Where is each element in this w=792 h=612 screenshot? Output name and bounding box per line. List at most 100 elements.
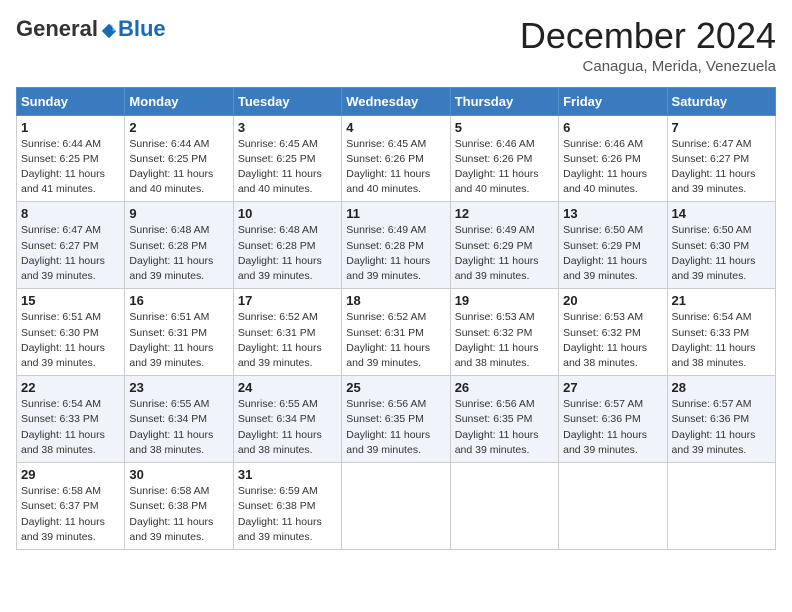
day-info: Sunrise: 6:51 AM Sunset: 6:30 PM Dayligh… (21, 310, 120, 371)
calendar-cell: 10 Sunrise: 6:48 AM Sunset: 6:28 PM Dayli… (233, 202, 341, 289)
calendar-cell: 1Sunrise: 6:44 AM Sunset: 6:25 PM Daylig… (17, 115, 125, 202)
day-info: Sunrise: 6:52 AM Sunset: 6:31 PM Dayligh… (238, 310, 337, 371)
day-number: 14 (672, 206, 771, 221)
day-number: 12 (455, 206, 554, 221)
calendar-cell: 7 Sunrise: 6:47 AM Sunset: 6:27 PM Daylig… (667, 115, 775, 202)
calendar-cell (667, 463, 775, 550)
day-number: 13 (563, 206, 662, 221)
calendar-cell: 21Sunrise: 6:54 AM Sunset: 6:33 PM Dayli… (667, 289, 775, 376)
day-number: 27 (563, 380, 662, 395)
day-number: 7 (672, 120, 771, 135)
day-number: 16 (129, 293, 228, 308)
day-info: Sunrise: 6:52 AM Sunset: 6:31 PM Dayligh… (346, 310, 445, 371)
calendar-week-row: 22 Sunrise: 6:54 AM Sunset: 6:33 PM Dayli… (17, 376, 776, 463)
day-number: 25 (346, 380, 445, 395)
calendar-cell: 30 Sunrise: 6:58 AM Sunset: 6:38 PM Dayli… (125, 463, 233, 550)
day-info: Sunrise: 6:46 AM Sunset: 6:26 PM Dayligh… (563, 137, 662, 198)
day-number: 2 (129, 120, 228, 135)
calendar-cell: 12 Sunrise: 6:49 AM Sunset: 6:29 PM Dayli… (450, 202, 558, 289)
page-header: General Blue December 2024 Canagua, Meri… (16, 16, 776, 75)
day-info: Sunrise: 6:50 AM Sunset: 6:30 PM Dayligh… (672, 223, 771, 284)
day-number: 5 (455, 120, 554, 135)
day-info: Sunrise: 6:47 AM Sunset: 6:27 PM Dayligh… (672, 137, 771, 198)
calendar-cell: 17 Sunrise: 6:52 AM Sunset: 6:31 PM Dayli… (233, 289, 341, 376)
day-number: 26 (455, 380, 554, 395)
day-number: 17 (238, 293, 337, 308)
calendar-cell: 2 Sunrise: 6:44 AM Sunset: 6:25 PM Daylig… (125, 115, 233, 202)
day-number: 30 (129, 467, 228, 482)
day-number: 28 (672, 380, 771, 395)
day-info: Sunrise: 6:48 AM Sunset: 6:28 PM Dayligh… (238, 223, 337, 284)
day-number: 4 (346, 120, 445, 135)
day-number: 6 (563, 120, 662, 135)
calendar-cell (342, 463, 450, 550)
day-info: Sunrise: 6:57 AM Sunset: 6:36 PM Dayligh… (563, 397, 662, 458)
logo: General Blue (16, 16, 166, 42)
day-info: Sunrise: 6:49 AM Sunset: 6:29 PM Dayligh… (455, 223, 554, 284)
calendar-cell: 29 Sunrise: 6:58 AM Sunset: 6:37 PM Dayli… (17, 463, 125, 550)
calendar-cell: 26 Sunrise: 6:56 AM Sunset: 6:35 PM Dayli… (450, 376, 558, 463)
day-number: 19 (455, 293, 554, 308)
day-number: 3 (238, 120, 337, 135)
calendar-cell: 9 Sunrise: 6:48 AM Sunset: 6:28 PM Daylig… (125, 202, 233, 289)
calendar-cell: 6 Sunrise: 6:46 AM Sunset: 6:26 PM Daylig… (559, 115, 667, 202)
calendar-cell: 23 Sunrise: 6:55 AM Sunset: 6:34 PM Dayli… (125, 376, 233, 463)
day-number: 23 (129, 380, 228, 395)
day-number: 20 (563, 293, 662, 308)
calendar-cell (559, 463, 667, 550)
calendar-cell: 5Sunrise: 6:46 AM Sunset: 6:26 PM Daylig… (450, 115, 558, 202)
calendar-header-monday: Monday (125, 87, 233, 115)
calendar-cell: 11Sunrise: 6:49 AM Sunset: 6:28 PM Dayli… (342, 202, 450, 289)
day-info: Sunrise: 6:54 AM Sunset: 6:33 PM Dayligh… (672, 310, 771, 371)
calendar-cell: 14 Sunrise: 6:50 AM Sunset: 6:30 PM Dayli… (667, 202, 775, 289)
day-number: 10 (238, 206, 337, 221)
day-info: Sunrise: 6:51 AM Sunset: 6:31 PM Dayligh… (129, 310, 228, 371)
day-info: Sunrise: 6:58 AM Sunset: 6:38 PM Dayligh… (129, 484, 228, 545)
day-info: Sunrise: 6:45 AM Sunset: 6:26 PM Dayligh… (346, 137, 445, 198)
day-info: Sunrise: 6:44 AM Sunset: 6:25 PM Dayligh… (129, 137, 228, 198)
calendar-week-row: 29 Sunrise: 6:58 AM Sunset: 6:37 PM Dayli… (17, 463, 776, 550)
calendar-cell: 20Sunrise: 6:53 AM Sunset: 6:32 PM Dayli… (559, 289, 667, 376)
calendar-header-thursday: Thursday (450, 87, 558, 115)
calendar-week-row: 8 Sunrise: 6:47 AM Sunset: 6:27 PM Daylig… (17, 202, 776, 289)
calendar-cell: 19 Sunrise: 6:53 AM Sunset: 6:32 PM Dayli… (450, 289, 558, 376)
day-number: 22 (21, 380, 120, 395)
day-info: Sunrise: 6:54 AM Sunset: 6:33 PM Dayligh… (21, 397, 120, 458)
calendar-cell: 27 Sunrise: 6:57 AM Sunset: 6:36 PM Dayli… (559, 376, 667, 463)
calendar-header-saturday: Saturday (667, 87, 775, 115)
calendar-cell: 3 Sunrise: 6:45 AM Sunset: 6:25 PM Daylig… (233, 115, 341, 202)
calendar-cell: 18 Sunrise: 6:52 AM Sunset: 6:31 PM Dayli… (342, 289, 450, 376)
month-title: December 2024 (520, 16, 776, 56)
logo-blue-text: Blue (118, 16, 166, 42)
calendar-cell: 25 Sunrise: 6:56 AM Sunset: 6:35 PM Dayli… (342, 376, 450, 463)
day-number: 15 (21, 293, 120, 308)
calendar-header-tuesday: Tuesday (233, 87, 341, 115)
calendar-header-wednesday: Wednesday (342, 87, 450, 115)
day-number: 1 (21, 120, 120, 135)
day-info: Sunrise: 6:58 AM Sunset: 6:37 PM Dayligh… (21, 484, 120, 545)
day-number: 18 (346, 293, 445, 308)
calendar-week-row: 1 Sunrise: 6:44 AM Sunset: 6:25 PM Daylig… (17, 115, 776, 202)
day-info: Sunrise: 6:56 AM Sunset: 6:35 PM Dayligh… (346, 397, 445, 458)
day-info: Sunrise: 6:47 AM Sunset: 6:27 PM Dayligh… (21, 223, 120, 284)
day-number: 11 (346, 206, 445, 221)
day-info: Sunrise: 6:45 AM Sunset: 6:25 PM Dayligh… (238, 137, 337, 198)
day-info: Sunrise: 6:48 AM Sunset: 6:28 PM Dayligh… (129, 223, 228, 284)
calendar-cell: 28Sunrise: 6:57 AM Sunset: 6:36 PM Dayli… (667, 376, 775, 463)
calendar-cell (450, 463, 558, 550)
calendar-cell: 4 Sunrise: 6:45 AM Sunset: 6:26 PM Daylig… (342, 115, 450, 202)
calendar-week-row: 15 Sunrise: 6:51 AM Sunset: 6:30 PM Dayli… (17, 289, 776, 376)
day-number: 8 (21, 206, 120, 221)
day-info: Sunrise: 6:55 AM Sunset: 6:34 PM Dayligh… (238, 397, 337, 458)
title-block: December 2024 Canagua, Merida, Venezuela (520, 16, 776, 75)
day-info: Sunrise: 6:55 AM Sunset: 6:34 PM Dayligh… (129, 397, 228, 458)
location-text: Canagua, Merida, Venezuela (520, 58, 776, 75)
day-number: 29 (21, 467, 120, 482)
day-info: Sunrise: 6:56 AM Sunset: 6:35 PM Dayligh… (455, 397, 554, 458)
calendar-header-friday: Friday (559, 87, 667, 115)
day-number: 9 (129, 206, 228, 221)
day-info: Sunrise: 6:53 AM Sunset: 6:32 PM Dayligh… (455, 310, 554, 371)
calendar-header-row: SundayMondayTuesdayWednesdayThursdayFrid… (17, 87, 776, 115)
logo-icon (100, 20, 118, 38)
calendar-table: SundayMondayTuesdayWednesdayThursdayFrid… (16, 87, 776, 550)
